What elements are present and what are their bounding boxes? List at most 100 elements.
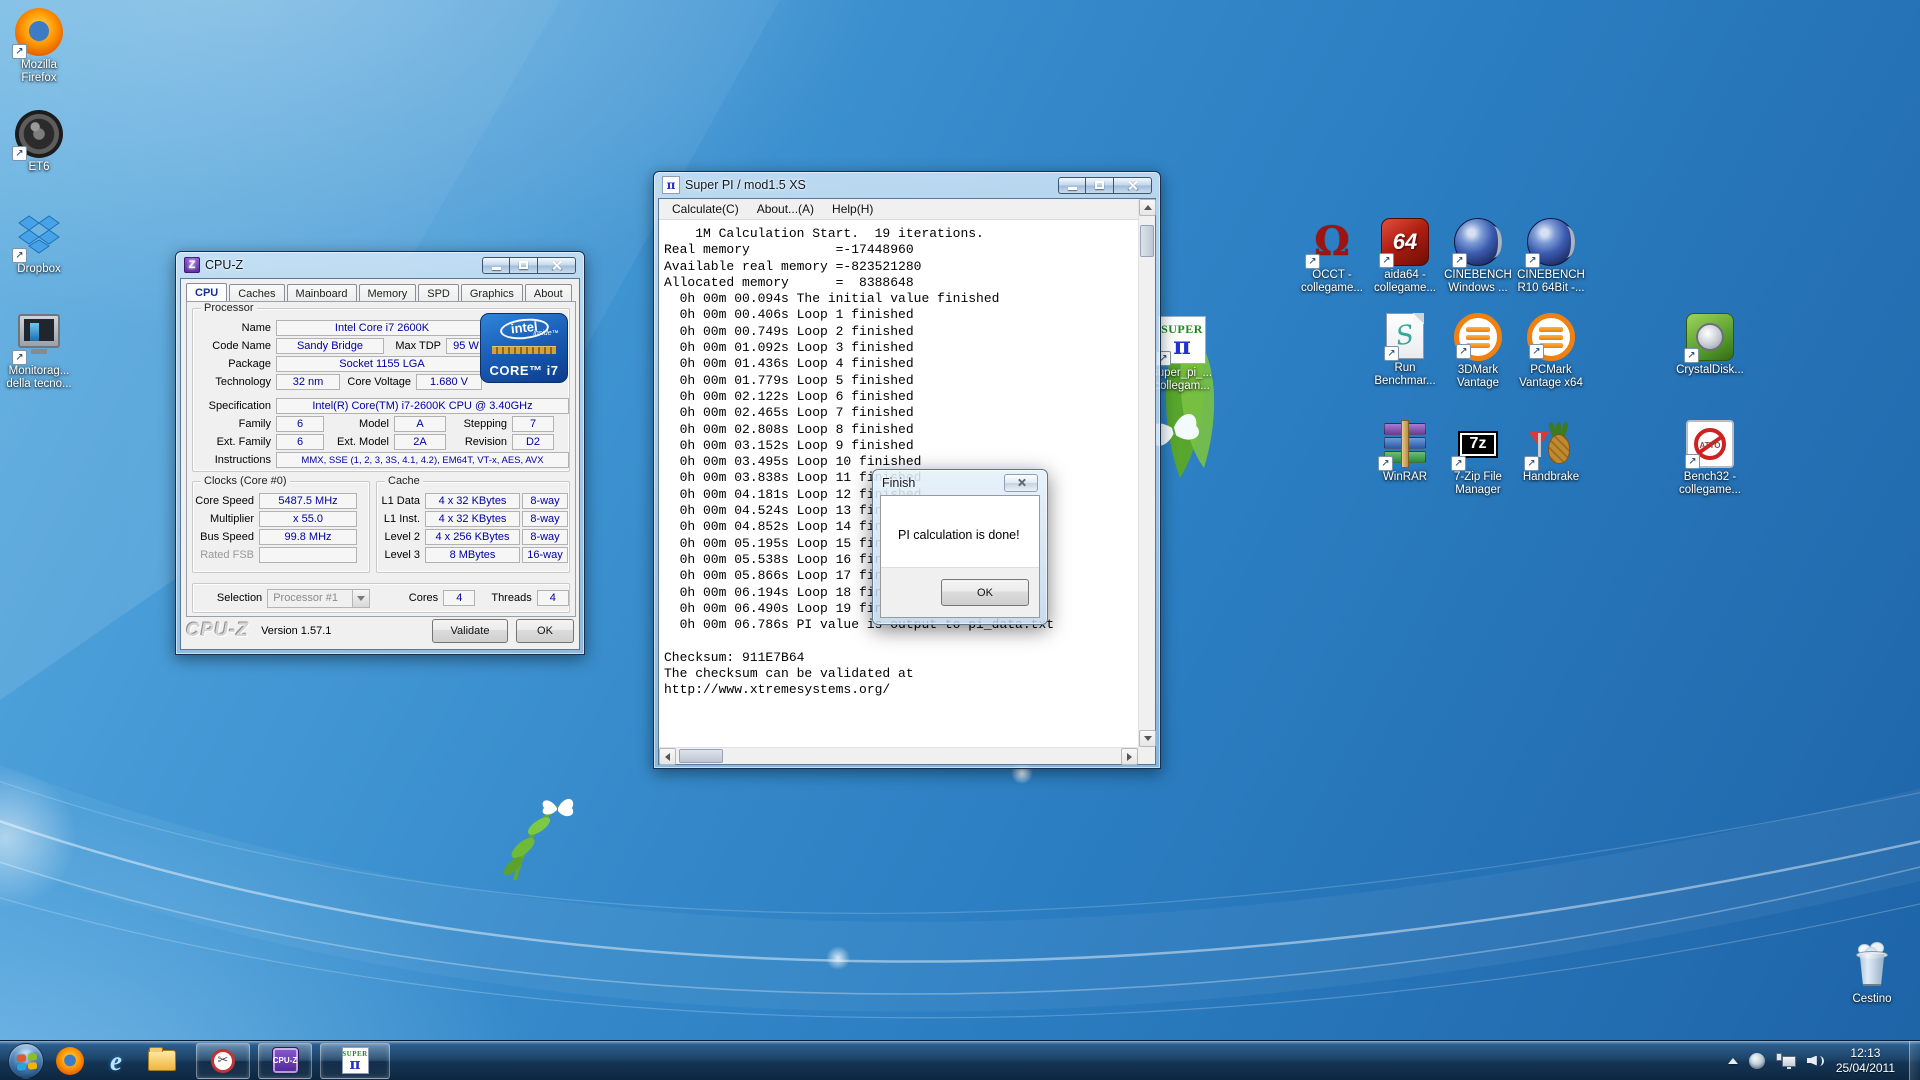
horizontal-scroll-thumb[interactable] [679,749,723,763]
tab-spd[interactable]: SPD [418,284,459,302]
scroll-up-button[interactable] [1139,199,1156,216]
maximize-button[interactable] [510,257,538,274]
ok-button[interactable]: OK [516,619,574,643]
arrow-up-icon [1144,205,1152,210]
occt-icon: Ω [1308,218,1356,266]
desktop-icon-winrar[interactable]: WinRAR [1366,420,1444,484]
superpi-menubar: Calculate(C) About...(A) Help(H) [659,199,1155,220]
desktop-icon-dropbox[interactable]: Dropbox [0,212,78,276]
script-document-icon: S [1386,313,1424,359]
vertical-scroll-thumb[interactable] [1140,225,1154,257]
shortcut-arrow-icon [1456,344,1471,359]
taskbar-clock[interactable]: 12:13 25/04/2011 [1836,1046,1895,1076]
start-button[interactable] [8,1043,44,1079]
multiplier-value: x 55.0 [259,511,357,527]
scroll-left-button[interactable] [659,748,676,765]
desktop-icon-et6[interactable]: ET6 [0,110,78,174]
desktop-icon-handbrake[interactable]: Handbrake [1512,420,1590,484]
level3-way: 16-way [522,547,568,563]
desktop-icon-3dmark[interactable]: 3DMark Vantage [1439,313,1517,390]
horizontal-scrollbar[interactable] [659,747,1138,764]
cpu-name-value: Intel Core i7 2600K [276,320,488,336]
desktop-icon-label: Mozilla Firefox [0,59,78,85]
shortcut-arrow-icon [1452,253,1467,268]
core-speed-value: 5487.5 MHz [259,493,357,509]
superpi-icon: SUPER π [1158,316,1206,364]
desktop-icon-aida64[interactable]: 64 aida64 - collegame... [1366,218,1444,295]
aida64-icon: 64 [1381,218,1429,266]
close-button[interactable] [538,257,576,274]
desktop-icon-occt[interactable]: Ω OCCT - collegame... [1293,218,1371,295]
tab-about[interactable]: About [525,284,572,302]
maximize-button[interactable] [1086,177,1114,194]
chevron-down-icon [352,590,369,607]
menu-about[interactable]: About...(A) [748,200,823,218]
desktop: Mozilla Firefox ET6 Dropbox Monitorag...… [0,0,1920,1080]
tab-memory[interactable]: Memory [359,284,417,302]
taskbar-button-superpi[interactable]: SUPER π [320,1043,390,1079]
stepping-value: 7 [512,416,554,432]
shortcut-arrow-icon [12,248,27,263]
intel-circuit-strip [492,346,556,354]
desktop-icon-pcmark[interactable]: PCMark Vantage x64 [1512,313,1590,390]
tab-caches[interactable]: Caches [229,284,284,302]
threads-value: 4 [537,590,569,606]
winrar-books-icon [1381,420,1429,468]
taskbar-button-cpuz[interactable]: CPU-Z [258,1043,312,1079]
level2-value: 4 x 256 KBytes [425,529,520,545]
processor-select[interactable]: Processor #1 [267,589,370,608]
ok-button[interactable]: OK [941,579,1029,606]
close-button[interactable] [1004,474,1038,492]
desktop-icon-firefox[interactable]: Mozilla Firefox [0,8,78,85]
intel-core-i7-logo: intel inside™ CORE™ i7 [480,313,568,383]
desktop-icon-monitoraggio[interactable]: Monitorag... della tecno... [0,314,78,391]
desktop-icon-run-benchmark[interactable]: S Run Benchmar... [1366,313,1444,388]
finish-dialog-title: Finish [882,476,915,490]
tab-cpu[interactable]: CPU [186,283,227,302]
superpi-window-title: Super PI / mod1.5 XS [685,178,806,192]
cores-value: 4 [443,590,475,606]
arrow-down-icon [1144,736,1152,741]
desktop-icon-cestino[interactable]: Cestino [1833,942,1911,1006]
tray-wireless-icon[interactable] [1749,1053,1765,1069]
finish-dialog-titlebar[interactable]: Finish [880,470,1040,495]
scroll-down-button[interactable] [1139,730,1156,747]
superpi-app-icon: π [662,176,680,194]
show-hidden-icons-button[interactable] [1728,1058,1738,1064]
recycle-bin-icon [1848,942,1896,990]
taskbar-item-internet-explorer[interactable]: e [96,1041,136,1080]
tray-network-icon[interactable] [1776,1053,1796,1069]
tab-graphics[interactable]: Graphics [461,284,523,302]
shortcut-arrow-icon [1684,348,1699,363]
l1-inst-value: 4 x 32 KBytes [425,511,520,527]
minimize-button[interactable] [1058,177,1086,194]
cpuz-client-area: CPU Caches Mainboard Memory SPD Graphics… [180,278,580,650]
arrow-right-icon [1127,753,1132,761]
desktop-icon-7zip[interactable]: 7z 7-Zip File Manager [1439,420,1517,497]
core-voltage-value: 1.680 V [416,374,482,390]
desktop-icon-cinebench-r10[interactable]: CINEBENCH R10 64Bit -... [1512,218,1590,295]
tray-volume-icon[interactable] [1807,1053,1825,1069]
tab-mainboard[interactable]: Mainboard [287,284,357,302]
desktop-icon-cinebench-windows[interactable]: CINEBENCH Windows ... [1439,218,1517,295]
taskbar-button-snipping-tool[interactable] [196,1043,250,1079]
show-desktop-button[interactable] [1909,1041,1920,1080]
finish-dialog: Finish PI calculation is done! OK [872,469,1048,625]
taskbar-item-firefox[interactable] [50,1041,90,1080]
cpuz-titlebar[interactable]: Z CPU-Z [180,252,580,278]
technology-value: 32 nm [276,374,340,390]
menu-calculate[interactable]: Calculate(C) [663,200,748,218]
minimize-button[interactable] [482,257,510,274]
superpi-titlebar[interactable]: π Super PI / mod1.5 XS [658,172,1156,198]
taskbar: e CPU-Z SUPER π [0,1040,1920,1080]
menu-help[interactable]: Help(H) [823,200,882,218]
validate-button[interactable]: Validate [432,619,508,643]
desktop-icon-bench32[interactable]: ATTO Bench32 - collegame... [1671,420,1749,497]
vertical-scrollbar[interactable] [1138,199,1155,747]
bus-speed-value: 99.8 MHz [259,529,357,545]
package-value: Socket 1155 LGA [276,356,488,372]
desktop-icon-crystaldisk[interactable]: CrystalDisk... [1671,313,1749,377]
close-button[interactable] [1114,177,1152,194]
scroll-right-button[interactable] [1121,748,1138,765]
code-name-value: Sandy Bridge [276,338,384,354]
